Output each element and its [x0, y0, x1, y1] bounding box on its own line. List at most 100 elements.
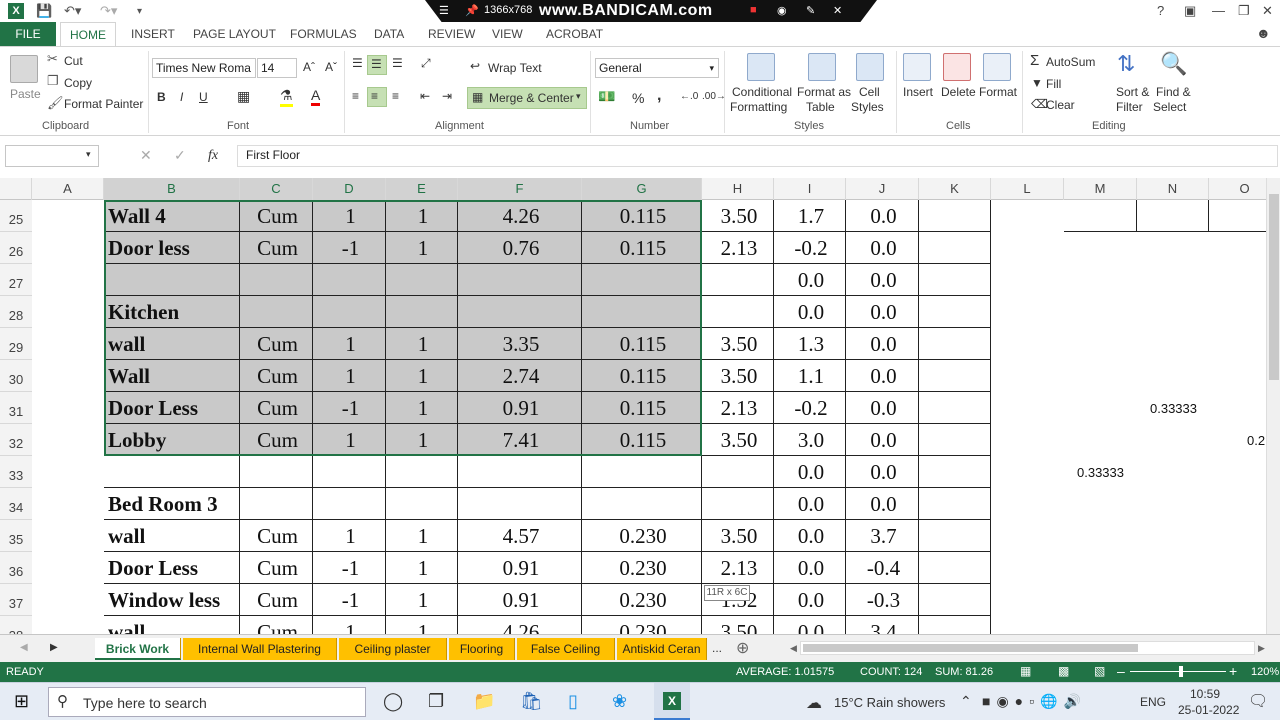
cell[interactable] [919, 328, 991, 360]
increase-decimal-icon[interactable]: ←.0 [680, 91, 698, 102]
close-icon[interactable]: ✕ [833, 4, 842, 17]
tab-formulas[interactable]: FORMULAS [290, 27, 357, 41]
format-painter-button[interactable]: Format Painter [64, 97, 143, 111]
cell[interactable] [1137, 296, 1209, 328]
tab-file[interactable]: FILE [0, 22, 56, 46]
cell[interactable] [1137, 264, 1209, 296]
cell[interactable] [386, 488, 458, 520]
language-indicator[interactable]: ENG [1140, 695, 1166, 709]
cell[interactable] [919, 296, 991, 328]
cell[interactable] [1137, 360, 1209, 392]
cell[interactable] [1209, 392, 1266, 424]
pencil-icon[interactable]: ✎ [806, 4, 815, 17]
cell[interactable] [991, 232, 1064, 264]
cell[interactable] [991, 488, 1064, 520]
account-icon[interactable]: ☻ [1256, 25, 1271, 41]
cell[interactable] [1064, 200, 1137, 232]
cell[interactable] [991, 520, 1064, 552]
sheet-tab-brick-work[interactable]: Brick Work [95, 638, 181, 660]
add-sheet-icon[interactable]: ⊕ [736, 638, 749, 658]
taskbar-search[interactable]: ⚲ Type here to search [48, 687, 366, 717]
cell[interactable] [1064, 392, 1137, 424]
align-right-icon[interactable]: ≡ [392, 89, 399, 103]
row-header[interactable]: 33 [0, 456, 32, 488]
row-header[interactable]: 27 [0, 264, 32, 296]
cell[interactable] [1209, 232, 1266, 264]
row-header[interactable]: 26 [0, 232, 32, 264]
font-color-icon[interactable]: A [311, 87, 321, 106]
paste-button[interactable]: Paste [10, 87, 41, 101]
cell[interactable] [1137, 232, 1209, 264]
cell[interactable] [919, 264, 991, 296]
column-header-b[interactable]: B [104, 178, 240, 200]
cell[interactable] [702, 264, 774, 296]
cell[interactable] [240, 488, 313, 520]
cell[interactable] [582, 456, 702, 488]
filter-label[interactable]: Filter [1116, 100, 1143, 114]
record-icon[interactable]: ■ [750, 4, 757, 16]
wrap-text-button[interactable]: Wrap Text [488, 61, 542, 75]
formatting-label[interactable]: Formatting [730, 100, 787, 114]
merge-dropdown-icon[interactable]: ▾ [576, 91, 581, 102]
cell[interactable] [919, 456, 991, 488]
cell[interactable] [1064, 584, 1137, 616]
cell[interactable] [1064, 616, 1137, 634]
cell[interactable] [991, 424, 1064, 456]
row-header[interactable]: 37 [0, 584, 32, 616]
format-as-table-icon[interactable] [808, 53, 836, 81]
cell[interactable] [1137, 200, 1209, 232]
column-header-n[interactable]: N [1137, 178, 1209, 200]
cell[interactable] [702, 456, 774, 488]
percent-button[interactable]: % [632, 90, 644, 106]
zoom-level[interactable]: 120% [1251, 666, 1279, 678]
page-break-view-icon[interactable]: ▧ [1094, 664, 1105, 678]
cell[interactable] [1064, 424, 1137, 456]
help-icon[interactable]: ? [1157, 3, 1164, 18]
cell[interactable] [1064, 328, 1137, 360]
cell[interactable] [1209, 616, 1266, 634]
cell[interactable] [1064, 520, 1137, 552]
cell[interactable] [1064, 296, 1137, 328]
minimize-icon[interactable]: — [1212, 3, 1225, 18]
cell[interactable] [458, 456, 582, 488]
fill-color-icon[interactable]: ⚗ [280, 87, 293, 107]
cell[interactable] [1064, 552, 1137, 584]
cell[interactable] [1137, 616, 1209, 634]
cell[interactable] [1209, 200, 1266, 232]
formula-input[interactable]: First Floor [237, 145, 1278, 167]
clock-date[interactable]: 25-01-2022 [1178, 703, 1239, 717]
row-header[interactable]: 38 [0, 616, 32, 634]
row-header[interactable]: 29 [0, 328, 32, 360]
column-header-g[interactable]: G [582, 178, 702, 200]
align-bottom-icon[interactable]: ☰ [392, 56, 403, 70]
cell[interactable] [1137, 328, 1209, 360]
bold-button[interactable]: B [157, 90, 166, 104]
hscroll-left-icon[interactable]: ◀ [790, 643, 797, 654]
name-box[interactable] [5, 145, 99, 167]
italic-button[interactable]: I [180, 90, 183, 104]
column-header-h[interactable]: H [702, 178, 774, 200]
cell[interactable] [919, 584, 991, 616]
zoom-slider[interactable] [1130, 671, 1226, 672]
cell[interactable] [919, 488, 991, 520]
cell[interactable] [1209, 584, 1266, 616]
weather-text[interactable]: 15°C Rain showers [834, 695, 945, 710]
delete-cells-button[interactable]: Delete [941, 85, 976, 99]
cell[interactable] [919, 520, 991, 552]
pin-icon[interactable]: 📌 [465, 4, 479, 17]
cell[interactable] [919, 392, 991, 424]
format-cells-icon[interactable] [983, 53, 1011, 81]
cell[interactable] [313, 488, 386, 520]
row-header[interactable]: 25 [0, 200, 32, 232]
column-header-f[interactable]: F [458, 178, 582, 200]
column-header-j[interactable]: J [846, 178, 919, 200]
underline-button[interactable]: U [199, 90, 208, 104]
zoom-out-icon[interactable]: – [1117, 663, 1125, 679]
row-header[interactable]: 35 [0, 520, 32, 552]
column-header-l[interactable]: L [991, 178, 1064, 200]
autosum-button[interactable]: AutoSum [1046, 55, 1095, 69]
column-header-c[interactable]: C [240, 178, 313, 200]
font-name-select[interactable]: Times New Roma [152, 58, 256, 78]
name-box-dropdown-icon[interactable]: ▾ [86, 149, 91, 160]
cell[interactable] [702, 296, 774, 328]
